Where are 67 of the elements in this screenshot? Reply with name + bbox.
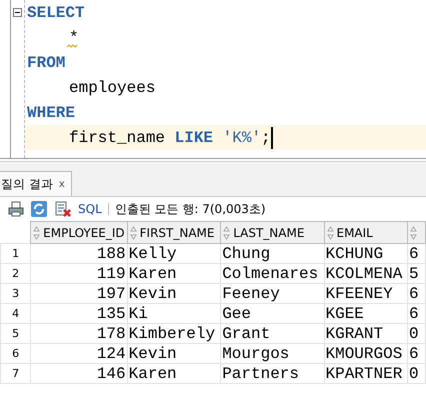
close-icon[interactable]: x <box>58 178 65 190</box>
table-cell: Mourgos <box>220 344 324 364</box>
code-line: SELECT <box>26 2 85 22</box>
text-cursor <box>270 126 273 148</box>
table-cell: 178 <box>30 324 128 344</box>
table-cell: Kevin <box>127 284 221 304</box>
table-cell: 0 <box>408 364 426 384</box>
table-cell: Karen <box>127 364 221 384</box>
table-cell: 6 <box>408 244 426 264</box>
sort-icon[interactable] <box>223 226 230 240</box>
table-cell: Gee <box>220 304 324 324</box>
sort-icon[interactable] <box>33 226 40 240</box>
row-number: 2 <box>0 264 31 284</box>
table-cell: Colmenares <box>220 264 324 284</box>
table-cell: Kimberely <box>127 324 221 344</box>
column-header[interactable]: EMAIL <box>324 222 408 244</box>
table-cell: 0 <box>408 324 426 344</box>
table-cell: 135 <box>30 304 128 324</box>
column-header[interactable]: FIRST_NAME <box>127 222 221 244</box>
table-cell: 5 <box>408 264 426 284</box>
sql-link[interactable]: SQL <box>78 202 102 216</box>
table-cell: Partners <box>220 364 324 384</box>
table-cell: 124 <box>30 344 128 364</box>
collapse-icon[interactable] <box>13 8 22 17</box>
table-cell: KGEE <box>324 304 408 324</box>
sort-icon[interactable] <box>326 226 334 240</box>
table-cell: 197 <box>30 284 128 304</box>
table-cell: 6 <box>408 284 426 304</box>
table-cell: 146 <box>30 364 128 384</box>
table-cell: 6 <box>408 344 426 364</box>
sort-icon[interactable] <box>130 226 137 240</box>
table-cell: Grant <box>220 324 324 344</box>
code-line: FROM <box>26 52 66 72</box>
table-cell: KCOLMENA <box>324 264 408 284</box>
table-cell: Ki <box>127 304 221 324</box>
results-tab[interactable]: 질의 결과 x <box>0 171 72 196</box>
column-header[interactable] <box>408 222 426 244</box>
row-number: 5 <box>0 324 31 344</box>
code-line: * <box>68 28 79 48</box>
code-line: WHERE <box>26 102 76 122</box>
table-cell: Kelly <box>127 244 221 264</box>
table-cell: 119 <box>30 264 128 284</box>
table-cell: KPARTNER <box>324 364 408 384</box>
table-cell: Feeney <box>220 284 324 304</box>
table-cell: KFEENEY <box>324 284 408 304</box>
table-cell: KMOURGOS <box>324 344 408 364</box>
table-cell: KGRANT <box>324 324 408 344</box>
table-cell: KCHUNG <box>324 244 408 264</box>
row-number: 6 <box>0 344 31 364</box>
printer-icon[interactable] <box>8 201 24 217</box>
row-number: 4 <box>0 304 31 324</box>
row-number: 7 <box>0 364 31 384</box>
code-line: first_name LIKE 'K%'; <box>68 128 271 148</box>
status-text: 인출된 모든 행: 7(0,003초) <box>114 200 266 218</box>
table-cell: 6 <box>408 304 426 324</box>
table-cell: 188 <box>30 244 128 264</box>
refresh-icon[interactable] <box>30 200 48 218</box>
row-number: 3 <box>0 284 31 304</box>
column-header[interactable]: EMPLOYEE_ID <box>30 222 128 244</box>
delete-document-icon[interactable] <box>54 200 72 218</box>
row-number: 1 <box>0 244 31 264</box>
table-cell: Kevin <box>127 344 221 364</box>
table-cell: Karen <box>127 264 221 284</box>
sort-icon[interactable] <box>410 226 418 240</box>
code-line: employees <box>68 78 156 98</box>
table-cell: Chung <box>220 244 324 264</box>
column-header[interactable]: LAST_NAME <box>220 222 324 244</box>
